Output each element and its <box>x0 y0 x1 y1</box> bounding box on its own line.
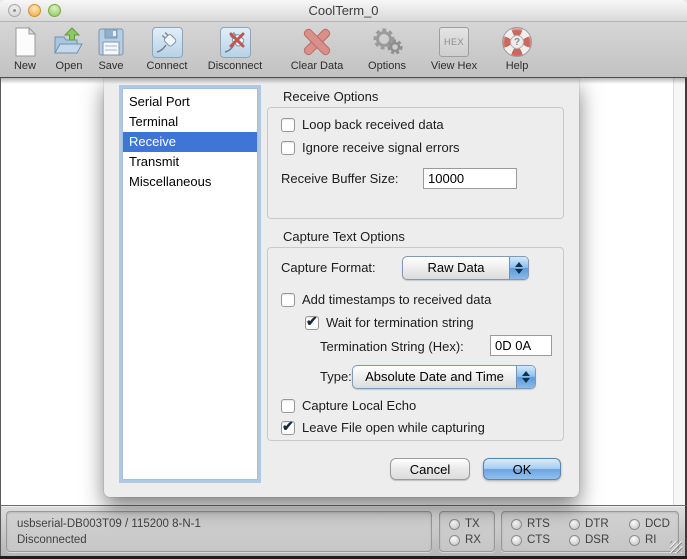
local-echo-checkbox[interactable] <box>281 399 295 413</box>
timestamps-checkbox[interactable] <box>281 293 295 307</box>
toolbar-new-button[interactable]: New <box>8 25 42 72</box>
hex-icon-text: HEX <box>444 37 464 47</box>
local-echo-checkbox-row[interactable]: Capture Local Echo <box>281 398 416 413</box>
loopback-checkbox[interactable] <box>281 118 295 132</box>
toolbar-view-hex-button[interactable]: HEX View Hex <box>425 25 483 72</box>
toolbar-label: Open <box>56 60 83 72</box>
toolbar: New Open <box>0 22 687 78</box>
leave-open-label: Leave File open while capturing <box>302 420 485 435</box>
new-document-icon <box>11 25 39 59</box>
type-value: Absolute Date and Time <box>353 366 516 388</box>
sidebar-item-receive[interactable]: Receive <box>123 132 257 152</box>
ignore-errors-checkbox[interactable] <box>281 141 295 155</box>
ok-button[interactable]: OK <box>483 458 561 480</box>
toolbar-help-button[interactable]: ? Help <box>497 25 537 72</box>
dcd-led-icon <box>629 519 640 530</box>
buffer-size-input[interactable] <box>423 168 517 189</box>
hex-box-icon: HEX <box>439 25 469 59</box>
leave-open-checkbox[interactable] <box>281 421 295 435</box>
capture-format-popup[interactable]: Raw Data <box>402 256 529 280</box>
clear-data-x-icon <box>300 25 334 59</box>
wait-termination-label: Wait for termination string <box>326 315 474 330</box>
toolbar-options-button[interactable]: Options <box>361 25 413 72</box>
toolbar-label: Connect <box>147 60 188 72</box>
options-gears-icon <box>370 25 404 59</box>
tx-label: TX <box>465 518 480 530</box>
buffer-size-label: Receive Buffer Size: <box>281 171 399 186</box>
sidebar-item-terminal[interactable]: Terminal <box>123 112 257 132</box>
dsr-label: DSR <box>585 534 609 546</box>
dtr-label: DTR <box>585 518 609 530</box>
tx-led-icon <box>449 519 460 530</box>
capture-format-label: Capture Format: <box>281 260 376 275</box>
toolbar-label: Options <box>368 60 406 72</box>
popup-arrows-icon <box>509 257 528 279</box>
ignore-errors-checkbox-row[interactable]: Ignore receive signal errors <box>281 140 460 155</box>
terminal-area: Serial Port Terminal Receive Transmit Mi… <box>0 78 687 505</box>
sidebar-item-serial-port[interactable]: Serial Port <box>123 92 257 112</box>
toolbar-connect-button[interactable]: Connect <box>141 25 193 72</box>
timestamps-label: Add timestamps to received data <box>302 292 491 307</box>
popup-arrows-icon <box>516 366 535 388</box>
wait-termination-checkbox[interactable] <box>305 316 319 330</box>
loopback-label: Loop back received data <box>302 117 444 132</box>
dcd-label: DCD <box>645 518 670 530</box>
help-lifering-icon: ? <box>502 25 532 59</box>
save-floppy-icon <box>96 25 126 59</box>
toolbar-clear-data-button[interactable]: Clear Data <box>285 25 349 72</box>
ri-led-icon <box>629 535 640 546</box>
leave-open-checkbox-row[interactable]: Leave File open while capturing <box>281 420 485 435</box>
toolbar-label: Disconnect <box>208 60 262 72</box>
loopback-checkbox-row[interactable]: Loop back received data <box>281 117 444 132</box>
category-list: Serial Port Terminal Receive Transmit Mi… <box>122 88 258 480</box>
toolbar-label: View Hex <box>431 60 477 72</box>
receive-options-title: Receive Options <box>283 89 378 104</box>
toolbar-disconnect-button[interactable]: Disconnect <box>201 25 269 72</box>
coolterm-window: CoolTerm_0 New Open <box>0 0 687 559</box>
rts-led-icon <box>511 519 522 530</box>
port-settings-text: usbserial-DB003T09 / 115200 8-N-1 <box>17 516 421 532</box>
disconnect-plug-icon <box>220 25 251 59</box>
preferences-dialog: Serial Port Terminal Receive Transmit Mi… <box>104 78 579 497</box>
capture-format-value: Raw Data <box>403 257 509 279</box>
open-folder-icon <box>52 25 86 59</box>
terminal-scrollbar[interactable] <box>673 78 685 505</box>
ri-label: RI <box>645 534 657 546</box>
sidebar-item-miscellaneous[interactable]: Miscellaneous <box>123 172 257 192</box>
capture-options-title: Capture Text Options <box>283 229 405 244</box>
rts-label: RTS <box>527 518 550 530</box>
local-echo-label: Capture Local Echo <box>302 398 416 413</box>
termination-string-input[interactable] <box>490 335 552 356</box>
termination-string-label: Termination String (Hex): <box>320 339 464 354</box>
dsr-led-icon <box>569 535 580 546</box>
toolbar-label: Save <box>98 60 123 72</box>
connection-status-box: usbserial-DB003T09 / 115200 8-N-1 Discon… <box>6 511 432 552</box>
dtr-led-icon <box>569 519 580 530</box>
connect-plug-icon <box>152 25 183 59</box>
resize-grip[interactable] <box>670 541 682 553</box>
timestamps-checkbox-row[interactable]: Add timestamps to received data <box>281 292 491 307</box>
connection-state-text: Disconnected <box>17 532 421 548</box>
cancel-button[interactable]: Cancel <box>390 458 470 480</box>
type-label: Type: <box>320 369 352 384</box>
cts-led-icon <box>511 535 522 546</box>
modem-indicator-box: RTS CTS DTR DSR DCD RI <box>501 511 679 552</box>
ignore-errors-label: Ignore receive signal errors <box>302 140 460 155</box>
cts-label: CTS <box>527 534 550 546</box>
toolbar-label: Help <box>506 60 529 72</box>
toolbar-open-button[interactable]: Open <box>49 25 89 72</box>
toolbar-save-button[interactable]: Save <box>93 25 129 72</box>
wait-termination-checkbox-row[interactable]: Wait for termination string <box>305 315 474 330</box>
rx-label: RX <box>465 534 481 546</box>
type-popup[interactable]: Absolute Date and Time <box>352 365 536 389</box>
txrx-indicator-box: TX RX <box>439 511 495 552</box>
help-question-glyph: ? <box>510 35 524 49</box>
status-bar: usbserial-DB003T09 / 115200 8-N-1 Discon… <box>0 505 687 556</box>
toolbar-label: New <box>14 60 36 72</box>
toolbar-label: Clear Data <box>291 60 344 72</box>
window-title: CoolTerm_0 <box>0 3 687 18</box>
sidebar-item-transmit[interactable]: Transmit <box>123 152 257 172</box>
rx-led-icon <box>449 535 460 546</box>
title-bar[interactable]: CoolTerm_0 <box>0 0 687 22</box>
